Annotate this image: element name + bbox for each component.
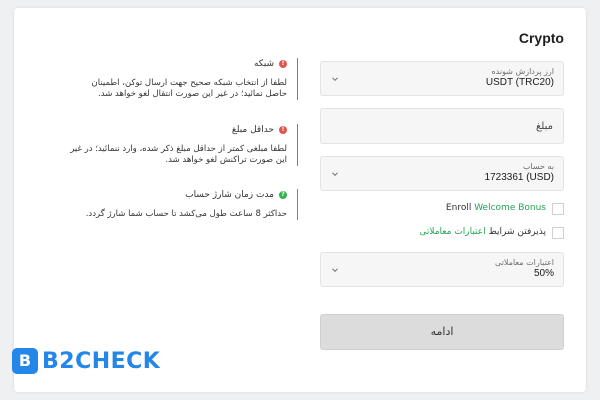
chevron-down-icon xyxy=(331,170,339,178)
note-header: ? مدت زمان شارژ حساب xyxy=(70,189,287,201)
welcome-bonus-link[interactable]: Welcome Bonus xyxy=(474,203,546,213)
amount-input[interactable]: مبلغ xyxy=(320,108,564,144)
note-header: ! شبکه xyxy=(70,58,287,70)
credit-value: 50% xyxy=(533,268,554,279)
amount-placeholder: مبلغ xyxy=(535,121,553,132)
note-body: لطفا از انتخاب شبکه صحیح جهت ارسال توکن،… xyxy=(91,78,288,99)
continue-button[interactable]: ادامه xyxy=(320,314,564,350)
error-icon: ! xyxy=(279,60,287,68)
brand-mark: B xyxy=(12,348,38,374)
terms-prefix: پذیرفتن شرایط xyxy=(485,227,547,237)
terms-row: پذیرفتن شرایط اعتبارات معاملاتی xyxy=(320,227,564,241)
network-note: ! شبکه لطفا از انتخاب شبکه صحیح جهت ارسا… xyxy=(70,58,298,100)
min-amount-note: ! حداقل مبلغ لطفا مبلغی کمتر از حداقل مب… xyxy=(70,124,298,166)
error-icon: ! xyxy=(279,126,287,134)
terms-link[interactable]: اعتبارات معاملاتی xyxy=(419,227,485,237)
note-header: ! حداقل مبلغ xyxy=(70,124,287,136)
chevron-down-icon xyxy=(331,266,339,274)
terms-checkbox[interactable] xyxy=(552,227,564,239)
note-body: حداکثر 8 ساعت طول می‌کشد تا حساب شما شار… xyxy=(85,209,287,219)
note-body: لطفا مبلغی کمتر از حداقل مبلغ ذکر شده، و… xyxy=(70,144,287,165)
gateway-select[interactable]: ارز پردازش شونده USDT (TRC20) xyxy=(320,61,564,96)
account-label: به حساب xyxy=(522,162,554,171)
chevron-down-icon xyxy=(331,75,339,83)
credit-select[interactable]: اعتبارات معاملاتی 50% xyxy=(320,252,564,287)
welcome-bonus-prefix: Enroll xyxy=(445,203,475,213)
account-value: 1723361 (USD) xyxy=(484,172,554,183)
brand-logo: B B2CHECK xyxy=(12,348,160,374)
welcome-bonus-row: Enroll Welcome Bonus xyxy=(320,203,564,217)
note-title: حداقل مبلغ xyxy=(231,125,274,135)
gateway-value: USDT (TRC20) xyxy=(485,77,554,88)
account-select[interactable]: به حساب 1723361 (USD) xyxy=(320,156,564,191)
welcome-bonus-checkbox[interactable] xyxy=(552,203,564,215)
charge-time-note: ? مدت زمان شارژ حساب حداکثر 8 ساعت طول م… xyxy=(70,189,298,220)
help-icon: ? xyxy=(279,191,287,199)
page-title: Crypto xyxy=(518,30,564,46)
gateway-label: ارز پردازش شونده xyxy=(491,67,554,76)
terms-text: پذیرفتن شرایط اعتبارات معاملاتی xyxy=(419,227,546,237)
brand-word: B2CHECK xyxy=(42,348,161,374)
note-title: مدت زمان شارژ حساب xyxy=(185,190,274,200)
welcome-bonus-text: Enroll Welcome Bonus xyxy=(446,203,546,213)
note-title: شبکه xyxy=(253,59,274,69)
credit-label: اعتبارات معاملاتی xyxy=(495,258,554,267)
